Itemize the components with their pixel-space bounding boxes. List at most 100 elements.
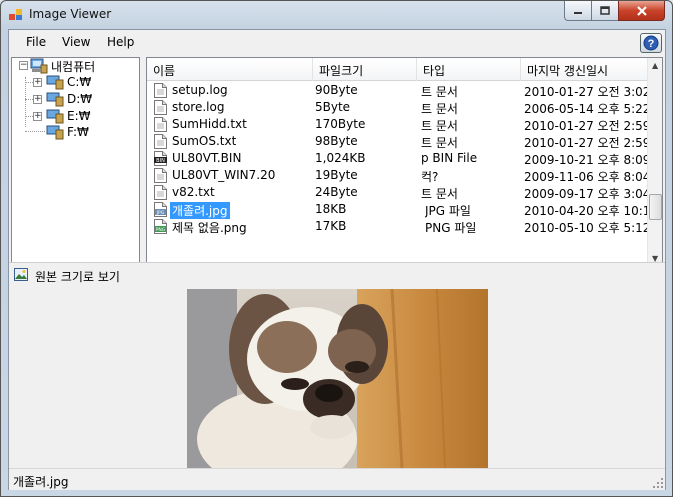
minimize-button[interactable] [564, 1, 592, 21]
jpg-file-icon: JPG [154, 202, 167, 217]
tree-label-drive-c: C:₩ [67, 75, 92, 89]
drive-icon [46, 109, 64, 124]
list-cell-modified: 2010-01-27 오전 2:59, [524, 119, 647, 133]
list-cell-type: p BIN File [421, 151, 478, 165]
column-header-name[interactable]: 이름 [147, 58, 313, 81]
dog-photo [187, 289, 488, 468]
dog-image [187, 289, 488, 468]
resize-grip-icon[interactable] [653, 478, 663, 488]
picture-icon[interactable] [14, 268, 28, 281]
original-size-button[interactable]: 원본 크기로 보기 [35, 268, 120, 285]
list-cell-modified: 2009-09-17 오후 3:04, [524, 187, 647, 201]
close-button[interactable] [618, 1, 665, 21]
list-cell-name: UL80VT_WIN7.20 [172, 168, 276, 182]
close-icon [636, 5, 647, 16]
list-item[interactable]: store.log 5Byte 트 문서 2006-05-14 오후 5:22, [147, 99, 647, 116]
computer-icon [30, 58, 48, 74]
text-file-icon [154, 185, 167, 200]
list-cell-size: 24Byte [315, 185, 358, 199]
tree-label-computer: 내컴퓨터 [51, 59, 96, 74]
maximize-button[interactable] [591, 1, 619, 21]
drive-icon [46, 125, 64, 140]
list-item[interactable]: PNG 제목 없음.png 17KB PNG 파일 2010-05-10 오후 5:12… [147, 218, 647, 235]
tree-node-drive-f[interactable]: F:₩ [46, 124, 89, 140]
list-cell-size: 5Byte [315, 100, 351, 114]
tree-node-computer[interactable]: 내컴퓨터 [30, 58, 95, 74]
text-file-icon [154, 134, 167, 149]
menu-view[interactable]: View [60, 35, 92, 49]
list-item[interactable]: JPG 개졸려.jpg 18KB JPG 파일 2010-04-20 오후 10:1, [147, 201, 647, 219]
list-cell-modified: 2006-05-14 오후 5:22, [524, 102, 647, 116]
status-bar: 개졸려.jpg [9, 468, 665, 490]
menu-help[interactable]: Help [105, 35, 136, 49]
menu-bar: File View Help ? [9, 30, 665, 56]
list-item[interactable]: SumHidd.txt 170Byte 트 문서 2010-01-27 오전 2:59… [147, 116, 647, 133]
list-header: 이름 파일크기 타입 마지막 갱신일시 [147, 58, 647, 81]
list-cell-modified: 2010-04-20 오후 10:1, [524, 204, 647, 218]
list-cell-name: UL80VT.BIN [172, 151, 242, 165]
list-cell-modified: 2009-11-06 오후 8:04, [524, 170, 647, 184]
tree-node-drive-c[interactable]: C:₩ [46, 74, 91, 90]
app-icon [9, 9, 22, 20]
scroll-up-icon[interactable]: ▲ [652, 61, 658, 70]
tree-expander-root[interactable]: − [19, 61, 28, 70]
list-cell-modified: 2010-01-27 오전 2:59, [524, 136, 647, 150]
file-list[interactable]: 이름 파일크기 타입 마지막 갱신일시 setup.log 90Byte 트 문서 2… [146, 57, 663, 285]
list-cell-size: 1,024KB [315, 151, 366, 165]
image-viewer-window: Image Viewer File View Help ? − 내컴퓨터 + C… [0, 0, 673, 497]
tree-expander-d[interactable]: + [33, 95, 42, 104]
list-cell-type: PNG 파일 [425, 221, 477, 235]
folder-tree[interactable]: − 내컴퓨터 + C:₩ + D:₩ + E:₩ F:₩ [11, 57, 140, 285]
list-cell-type: 트 문서 [421, 119, 458, 133]
list-cell-type: 트 문서 [421, 85, 458, 99]
tree-node-drive-d[interactable]: D:₩ [46, 91, 92, 107]
list-item[interactable]: v82.txt 24Byte 트 문서 2009-09-17 오후 3:04, [147, 184, 647, 201]
tree-expander-c[interactable]: + [33, 78, 42, 87]
list-cell-size: 18KB [315, 202, 347, 216]
list-cell-modified: 2009-10-21 오후 8:09, [524, 153, 647, 167]
maximize-icon [600, 6, 610, 15]
list-cell-modified: 2010-01-27 오전 3:02, [524, 85, 647, 99]
list-item[interactable]: BIN UL80VT.BIN 1,024KB p BIN File 2009-10-21… [147, 150, 647, 167]
tree-expander-e[interactable]: + [33, 112, 42, 121]
drive-icon [46, 75, 64, 90]
column-header-type[interactable]: 타입 [417, 58, 521, 81]
list-cell-name: v82.txt [172, 185, 215, 199]
image-viewer-panel: 원본 크기로 보기 [9, 263, 665, 468]
list-item[interactable]: SumOS.txt 98Byte 트 문서 2010-01-27 오전 2:59, [147, 133, 647, 150]
svg-text:BIN: BIN [156, 158, 165, 164]
status-filename: 개졸려.jpg [13, 475, 69, 489]
tree-label-drive-f: F:₩ [67, 125, 89, 139]
list-cell-type: 트 문서 [421, 102, 458, 116]
list-cell-type: 트 문서 [421, 136, 458, 150]
minimize-icon [574, 11, 582, 14]
list-cell-name: SumHidd.txt [172, 117, 247, 131]
list-cell-type: JPG 파일 [425, 204, 471, 218]
tree-label-drive-d: D:₩ [67, 92, 93, 106]
text-file-icon [154, 117, 167, 132]
list-cell-name: 제목 없음.png [172, 221, 247, 235]
list-cell-type: 트 문서 [421, 187, 458, 201]
list-cell-name: SumOS.txt [172, 134, 237, 148]
tree-node-drive-e[interactable]: E:₩ [46, 108, 91, 124]
help-icon: ? [643, 35, 659, 51]
column-header-size[interactable]: 파일크기 [313, 58, 417, 81]
list-cell-size: 170Byte [315, 117, 366, 131]
column-header-modified[interactable]: 마지막 갱신일시 [521, 58, 647, 81]
svg-text:PNG: PNG [156, 227, 166, 233]
vertical-scrollbar[interactable]: ▲ ▼ [647, 58, 662, 268]
window-title: Image Viewer [29, 7, 112, 21]
list-cell-size: 19Byte [315, 168, 358, 182]
list-item[interactable]: UL80VT_WIN7.20 19Byte 컥? 2009-11-06 오후 8:04… [147, 167, 647, 184]
svg-text:JPG: JPG [156, 210, 165, 216]
list-item[interactable]: setup.log 90Byte 트 문서 2010-01-27 오전 3:02, [147, 82, 647, 99]
list-cell-name: store.log [172, 100, 225, 114]
menu-file[interactable]: File [24, 35, 48, 49]
list-cell-size: 98Byte [315, 134, 358, 148]
list-cell-modified: 2010-05-10 오후 5:12, [524, 221, 647, 235]
vertical-scroll-thumb[interactable] [649, 194, 662, 220]
text-file-icon [154, 100, 167, 115]
help-button[interactable]: ? [640, 33, 662, 53]
title-bar[interactable]: Image Viewer [1, 1, 672, 29]
list-cell-size: 17KB [315, 219, 347, 233]
